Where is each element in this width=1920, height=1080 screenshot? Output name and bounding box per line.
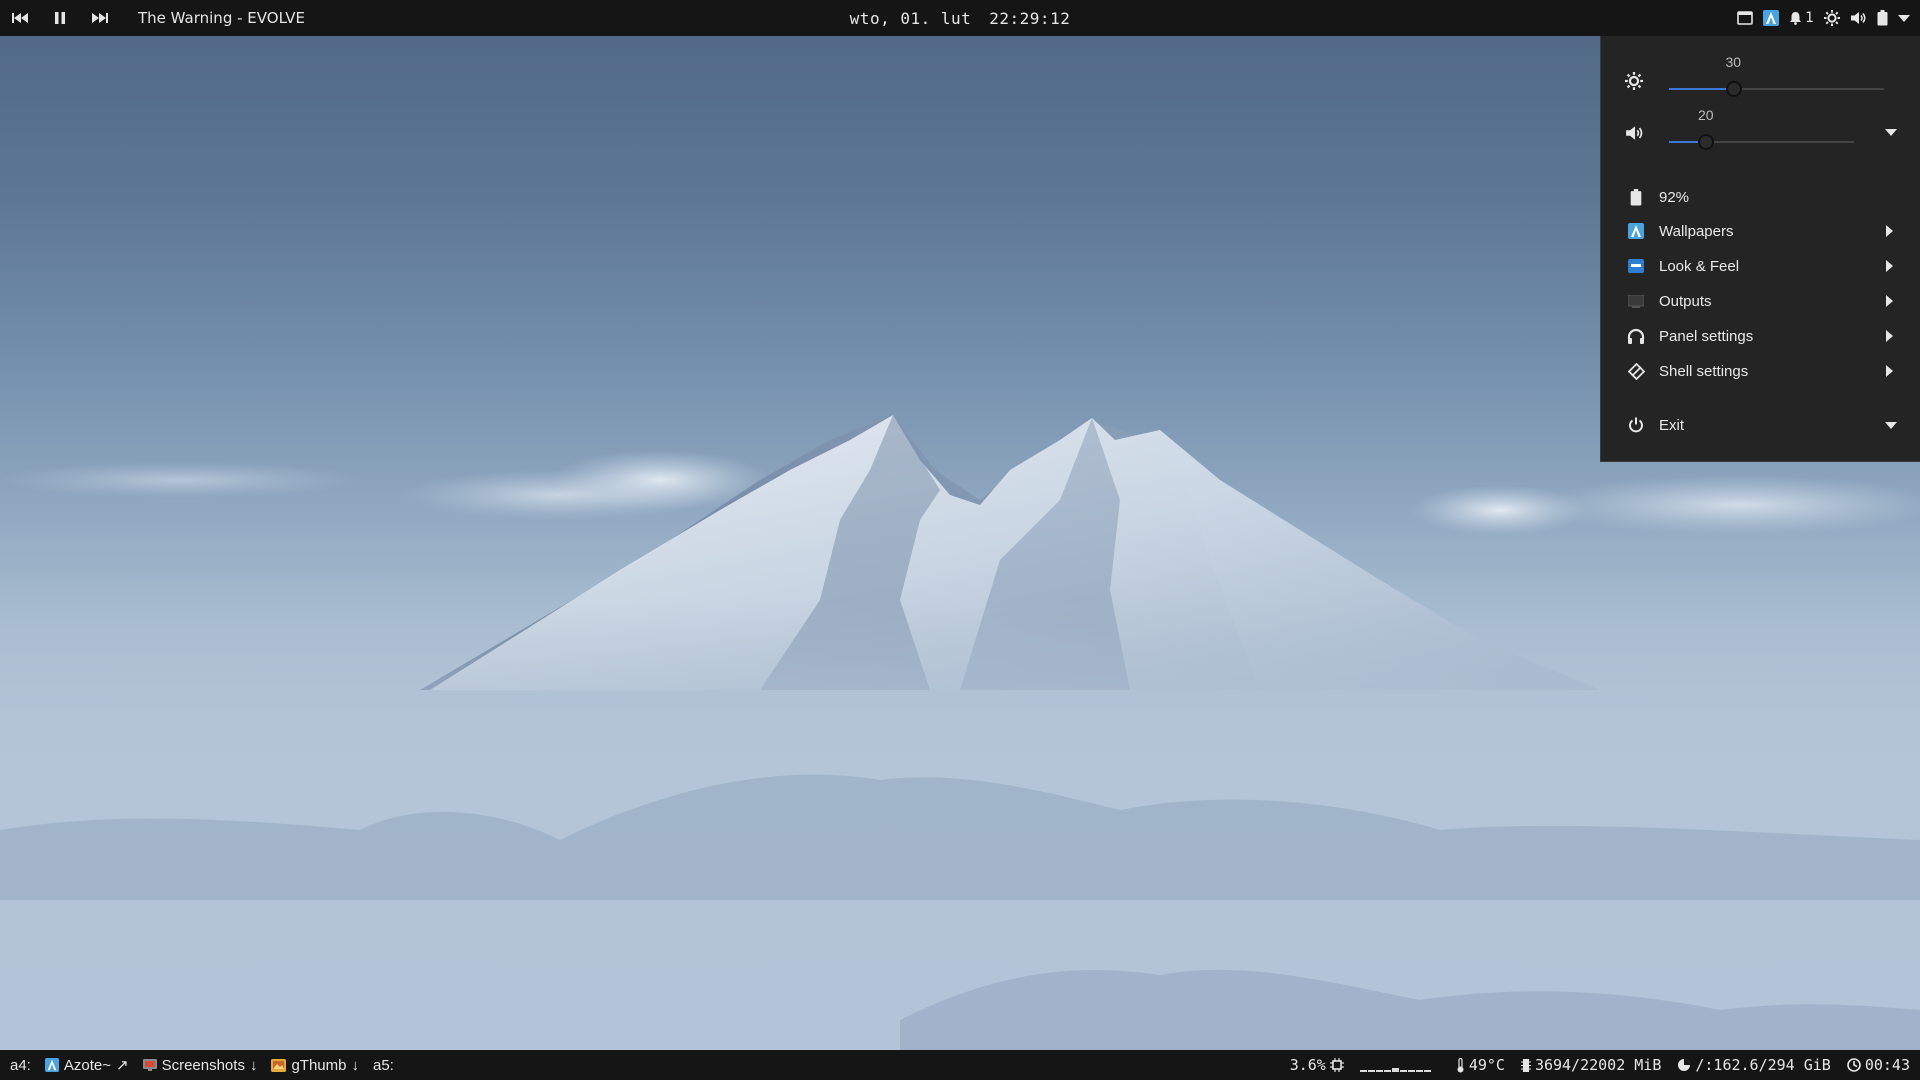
disk-usage[interactable]: /:162.6/294 GiB xyxy=(1677,1056,1831,1074)
task-gthumb[interactable]: gThumb ↓ xyxy=(271,1057,359,1074)
menu-item-panel-settings[interactable]: Panel settings xyxy=(1601,319,1920,353)
memory-icon xyxy=(1520,1058,1531,1072)
sink-chevron-down-icon[interactable] xyxy=(1885,129,1897,136)
task-label: Screenshots xyxy=(161,1056,245,1074)
notifications[interactable]: 1 xyxy=(1789,10,1814,26)
menu-item-label: Look & Feel xyxy=(1659,257,1740,275)
headphones-icon xyxy=(1625,325,1647,347)
task-label: Azote~ xyxy=(63,1056,111,1074)
brightness-slider-handle[interactable] xyxy=(1725,81,1742,97)
next-track-icon xyxy=(92,13,108,23)
controls-popup: 30 20 92% Wallpapers Look & Feel Outputs… xyxy=(1600,36,1920,462)
top-panel: The Warning - EVOLVE wto, 01. lut 22:29:… xyxy=(0,0,1920,36)
window-settings-icon xyxy=(1625,255,1647,277)
volume-value: 20 xyxy=(1698,107,1714,123)
menu-item-label: Wallpapers xyxy=(1659,222,1734,240)
azote-icon xyxy=(1625,220,1647,242)
bell-icon xyxy=(1790,12,1802,25)
cpu-history-graph xyxy=(1359,1058,1440,1072)
clock-icon xyxy=(1847,1058,1861,1072)
battery-icon xyxy=(1625,186,1647,208)
power-icon xyxy=(1625,414,1647,436)
uptime[interactable]: 00:43 xyxy=(1847,1056,1910,1074)
battery-label: 92% xyxy=(1659,188,1690,206)
menu-item-label: Outputs xyxy=(1659,292,1712,310)
temperature[interactable]: 49°C xyxy=(1456,1056,1505,1074)
menu-item-label: Shell settings xyxy=(1659,362,1749,380)
menu-item-shell-settings[interactable]: Shell settings xyxy=(1601,354,1920,388)
submenu-arrow-icon xyxy=(1886,225,1893,237)
submenu-arrow-icon xyxy=(1886,260,1893,272)
workspace-a4[interactable]: a4: xyxy=(10,1057,31,1074)
memory-usage[interactable]: 3694/22002 MiB xyxy=(1520,1056,1662,1074)
cpu-value: 3.6% xyxy=(1289,1056,1326,1074)
brightness-icon xyxy=(1625,72,1643,94)
notification-count: 1 xyxy=(1805,10,1814,26)
clock[interactable]: wto, 01. lut 22:29:12 xyxy=(850,0,1071,36)
submenu-arrow-icon xyxy=(1886,365,1893,377)
task-marker: ↗ xyxy=(115,1057,129,1074)
task-label: gThumb xyxy=(291,1056,347,1074)
volume-row: 20 xyxy=(1601,107,1920,157)
menu-item-label: Panel settings xyxy=(1659,327,1754,345)
volume-slider-handle[interactable] xyxy=(1698,134,1714,150)
pie-chart-icon xyxy=(1678,1059,1691,1071)
disk-value: /:162.6/294 GiB xyxy=(1695,1056,1831,1074)
brightness-slider-fill xyxy=(1669,88,1734,90)
window-icon[interactable] xyxy=(1737,11,1753,25)
task-azote[interactable]: Azote~ ↗ xyxy=(44,1056,129,1074)
brightness-value: 30 xyxy=(1725,54,1742,70)
workspace-a5[interactable]: a5: xyxy=(373,1057,394,1074)
chevron-down-icon[interactable] xyxy=(1898,14,1910,22)
menu-item-label: Exit xyxy=(1659,416,1685,434)
next-track-button[interactable] xyxy=(80,0,120,36)
battery-icon[interactable] xyxy=(1877,10,1888,26)
menu-item-wallpapers[interactable]: Wallpapers xyxy=(1601,214,1920,248)
clock-time: 22:29:12 xyxy=(989,8,1071,28)
display-icon xyxy=(1625,290,1647,312)
pause-icon xyxy=(55,12,65,24)
exit-chevron-down-icon[interactable] xyxy=(1885,422,1897,429)
menu-item-look-and-feel[interactable]: Look & Feel xyxy=(1601,249,1920,283)
cpu-usage[interactable]: 3.6% xyxy=(1290,1056,1344,1074)
task-marker: ↓ xyxy=(351,1056,359,1074)
screenshot-icon xyxy=(142,1059,157,1071)
menu-item-exit[interactable]: Exit xyxy=(1601,408,1920,442)
azote-icon[interactable] xyxy=(1763,10,1780,26)
shell-icon xyxy=(1625,360,1647,382)
previous-track-button[interactable] xyxy=(0,0,40,36)
memory-value: 3694/22002 MiB xyxy=(1534,1056,1662,1074)
gthumb-icon xyxy=(271,1058,287,1072)
cpu-icon xyxy=(1329,1058,1344,1072)
volume-icon[interactable] xyxy=(1850,11,1867,25)
battery-item: 92% xyxy=(1601,180,1920,214)
thermometer-icon xyxy=(1457,1057,1464,1072)
previous-track-icon xyxy=(12,13,28,23)
now-playing-title[interactable]: The Warning - EVOLVE xyxy=(138,9,305,27)
clock-date: wto, 01. lut xyxy=(849,8,972,28)
bottom-panel: a4: Azote~ ↗ Screenshots ↓ gThumb ↓ a5: … xyxy=(0,1050,1920,1080)
azote-icon xyxy=(44,1058,59,1072)
task-marker: ↓ xyxy=(249,1056,258,1074)
submenu-arrow-icon xyxy=(1886,295,1893,307)
brightness-icon[interactable] xyxy=(1824,10,1840,26)
volume-icon xyxy=(1625,125,1644,145)
submenu-arrow-icon xyxy=(1886,330,1893,342)
pause-button[interactable] xyxy=(40,0,80,36)
uptime-value: 00:43 xyxy=(1864,1056,1910,1074)
brightness-row: 30 xyxy=(1601,54,1920,104)
system-tray: 1 xyxy=(1737,0,1910,36)
task-screenshots[interactable]: Screenshots ↓ xyxy=(142,1056,258,1074)
temperature-value: 49°C xyxy=(1468,1056,1505,1074)
menu-item-outputs[interactable]: Outputs xyxy=(1601,284,1920,318)
